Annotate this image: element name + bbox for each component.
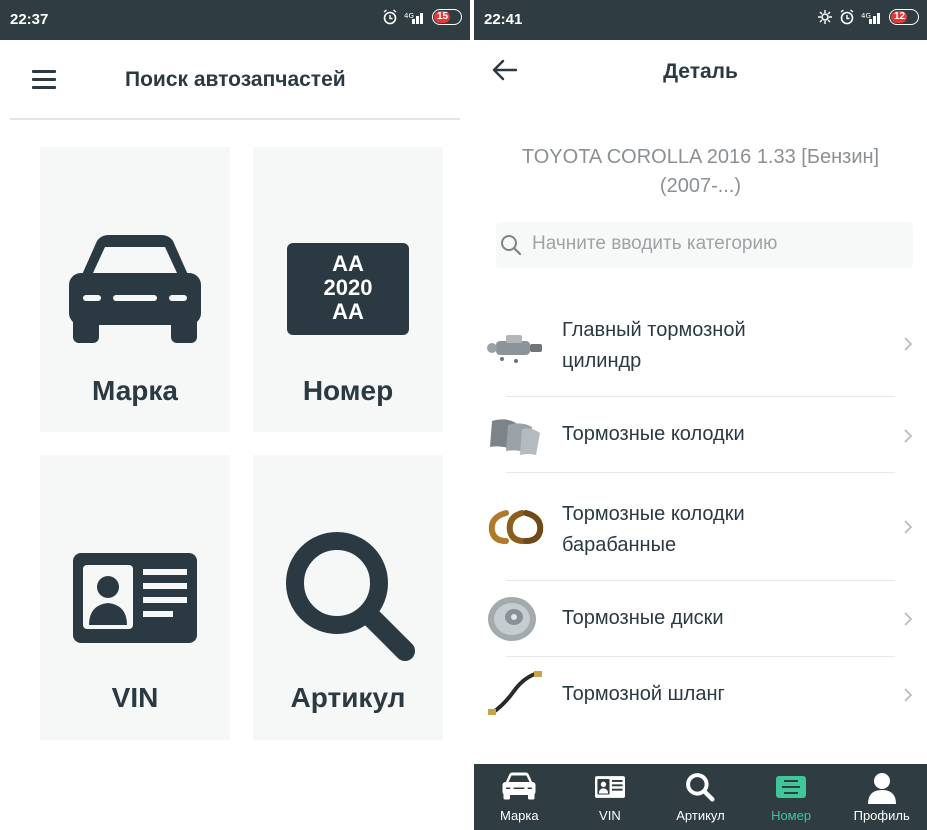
battery-level: 15 (437, 11, 449, 22)
vehicle-title-line-1: TOYOTA COROLLA 2016 1.33 [Бензин] (521, 146, 880, 168)
nav-label: Марка (499, 808, 539, 823)
category-item-brake-hose[interactable]: Тормозной шланг (474, 657, 927, 733)
plate-line-3: AA (332, 299, 364, 324)
nav-item-profile[interactable]: Профиль (836, 764, 927, 830)
status-time: 22:37 (10, 11, 49, 28)
status-time: 22:41 (484, 11, 523, 28)
chevron-right-icon (904, 612, 913, 626)
settings-icon (818, 10, 832, 24)
part-detail-screen: 22:41 4G 12 Деталь TOYOTA COROLLA 2016 1… (474, 0, 927, 830)
category-label: Тормозной шланг (562, 683, 725, 705)
car-icon (69, 235, 201, 343)
category-item-brake-pads[interactable]: Тормозные колодки (474, 397, 927, 473)
nav-item-plate-number[interactable]: Номер (746, 764, 837, 830)
tile-plate-label: Номер (302, 375, 394, 406)
tile-plate-number[interactable]: AA 2020 AA Номер (253, 147, 443, 432)
search-parts-screen: 22:37 4G 15 Поиск автозапчастей Марка AA… (0, 0, 470, 830)
chevron-right-icon (904, 429, 913, 443)
brake-pads-icon (490, 419, 540, 455)
vehicle-title: TOYOTA COROLLA 2016 1.33 [Бензин] (2007-… (494, 143, 907, 201)
master-cylinder-icon (487, 335, 542, 363)
id-card-icon (73, 553, 197, 643)
svg-text:4G: 4G (861, 12, 871, 20)
page-title: Деталь (663, 60, 738, 83)
drum-brake-shoes-icon (488, 510, 544, 544)
status-bar: 22:37 4G 15 (0, 0, 470, 40)
tile-brand[interactable]: Марка (40, 147, 230, 432)
profile-icon (867, 773, 896, 804)
category-label-line-2: барабанные (562, 534, 677, 556)
search-icon (686, 773, 716, 802)
nav-label: Артикул (676, 808, 725, 823)
plate-line-1: AA (332, 251, 364, 276)
app-toolbar: Деталь (474, 40, 927, 104)
category-label: Тормозные колодки (562, 423, 745, 445)
category-item-drum-brake-shoes[interactable]: Тормозные колодки барабанные (474, 473, 927, 581)
vehicle-title-line-2: (2007-...) (659, 175, 742, 197)
tile-article[interactable]: Артикул (253, 455, 443, 740)
category-item-brake-discs[interactable]: Тормозные диски (474, 581, 927, 657)
nav-label: Профиль (853, 808, 910, 823)
id-card-icon (594, 776, 625, 798)
app-toolbar: Поиск автозапчастей (0, 40, 470, 120)
search-icon (286, 532, 415, 661)
signal-icon: 4G (404, 12, 423, 24)
tile-vin[interactable]: VIN (40, 455, 230, 740)
category-label-line-1: Тормозные колодки (562, 503, 745, 525)
tile-article-label: Артикул (290, 682, 406, 713)
chevron-right-icon (904, 688, 913, 702)
nav-item-brand[interactable]: Марка (474, 764, 565, 830)
category-item-master-cylinder[interactable]: Главный тормозной цилиндр (474, 303, 927, 397)
menu-icon[interactable] (32, 70, 56, 90)
search-icon (501, 235, 522, 256)
category-search-placeholder: Начните вводить категорию (532, 233, 778, 254)
category-label: Главный тормозной цилиндр (562, 315, 746, 377)
status-bar: 22:41 4G 12 (474, 0, 927, 40)
license-plate-icon: AA 2020 AA (287, 243, 409, 335)
battery-icon: 12 (889, 9, 919, 25)
alarm-icon (840, 9, 854, 25)
license-plate-icon (776, 776, 807, 798)
chevron-right-icon (904, 337, 913, 351)
chevron-right-icon (904, 520, 913, 534)
category-label-line-2: цилиндр (562, 350, 642, 372)
signal-icon: 4G (861, 12, 880, 24)
category-search-input[interactable]: Начните вводить категорию (496, 222, 913, 268)
svg-text:4G: 4G (404, 12, 414, 20)
brake-hose-icon (488, 671, 542, 715)
bottom-navigation: Марка VIN Артикул Номер Профиль (474, 764, 927, 830)
car-icon (502, 772, 536, 800)
nav-item-article[interactable]: Артикул (655, 764, 746, 830)
nav-label: Номер (771, 808, 812, 823)
alarm-icon (383, 9, 397, 25)
brake-disc-icon (488, 597, 536, 641)
category-label: Тормозные диски (562, 607, 724, 629)
page-title: Поиск автозапчастей (125, 68, 346, 91)
tile-vin-label: VIN (111, 682, 159, 713)
category-label-line-1: Главный тормозной (562, 319, 746, 341)
toolbar-divider (10, 118, 460, 120)
category-label: Тормозные колодки барабанные (562, 499, 745, 561)
battery-level: 12 (894, 11, 906, 22)
tile-brand-label: Марка (92, 375, 178, 406)
battery-icon: 15 (432, 9, 462, 25)
nav-item-vin[interactable]: VIN (565, 764, 656, 830)
plate-line-2: 2020 (323, 275, 373, 300)
nav-label: VIN (599, 808, 621, 823)
